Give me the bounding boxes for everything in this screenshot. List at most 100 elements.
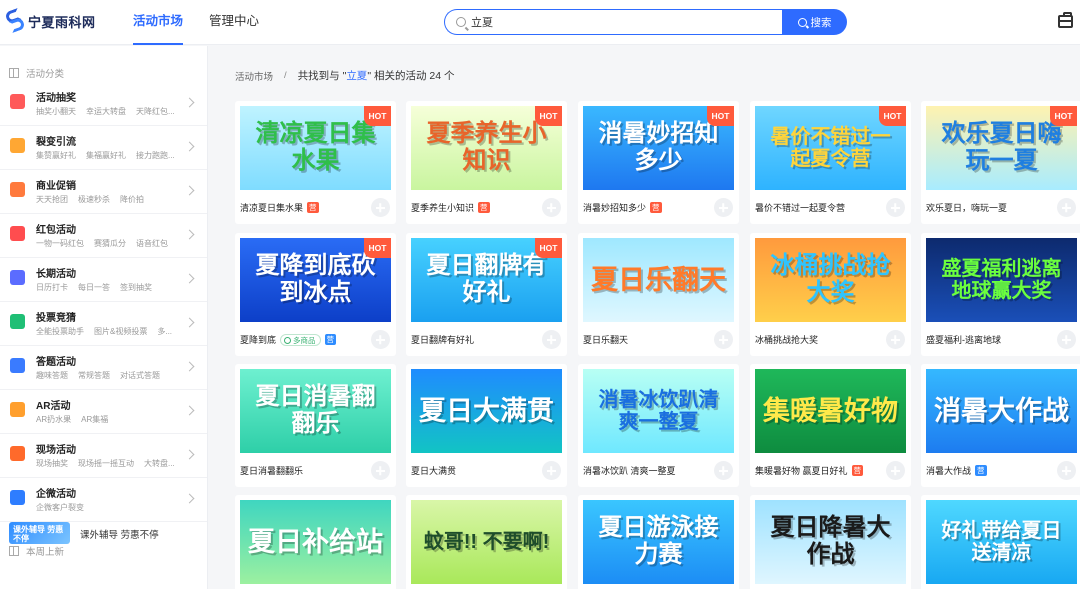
thumbnail-title: 夏季养生小知识 (426, 120, 547, 174)
activity-card[interactable]: 夏日游泳接力赛 (578, 495, 739, 589)
category-subitem[interactable]: 集赞赢好礼 (36, 151, 76, 160)
category-subitem[interactable]: 降价拍 (120, 195, 144, 204)
add-icon[interactable] (371, 198, 390, 217)
activity-card[interactable]: 夏日消暑翻翻乐 夏日消暑翻翻乐 (235, 364, 396, 487)
category-subitem[interactable]: 每日一答 (78, 283, 110, 292)
add-icon[interactable] (714, 330, 733, 349)
category-subitem[interactable]: 一物一码红包 (36, 239, 84, 248)
logo[interactable]: 宁夏雨科网 (4, 7, 96, 34)
add-icon[interactable] (542, 461, 561, 480)
activity-card[interactable]: 夏日降暑大作战 (750, 495, 911, 589)
category-subitem[interactable]: 趣味答题 (36, 371, 68, 380)
activity-title-text: 盛夏福利-逃离地球 (926, 335, 1001, 345)
add-icon[interactable] (542, 198, 561, 217)
activity-card[interactable]: 夏日补给站 (235, 495, 396, 589)
sidebar-category-item[interactable]: 现场活动 现场抽奖 现场摇一摇互动 大转盘... (0, 434, 207, 478)
breadcrumb-root[interactable]: 活动市场 (235, 69, 273, 83)
add-icon[interactable] (886, 198, 905, 217)
activity-card[interactable]: 好礼带给夏日送清凉 (921, 495, 1080, 589)
category-subitem[interactable]: 签到抽奖 (120, 283, 152, 292)
add-icon[interactable] (886, 330, 905, 349)
category-subitem[interactable]: 幸运大转盘 (86, 107, 126, 116)
category-subitem[interactable]: 大转盘... (144, 459, 175, 468)
search-button[interactable]: 搜索 (782, 9, 847, 35)
sidebar-category-item[interactable]: 商业促销 天天抢团 极速秒杀 降价拍 (0, 170, 207, 214)
category-subitem[interactable]: 接力跑跑... (136, 151, 175, 160)
sidebar-category-item[interactable]: 活动抽奖 抽奖小翻天 幸运大转盘 天降红包... (0, 82, 207, 126)
add-icon[interactable] (714, 461, 733, 480)
thumbnail-title: 清凉夏日集水果 (255, 120, 376, 174)
category-subitems: 现场抽奖 现场摇一摇互动 大转盘... (36, 458, 176, 469)
activity-card[interactable]: 夏降到底砍到冰点 HOT 夏降到底 多商品营 (235, 233, 396, 356)
add-icon[interactable] (542, 330, 561, 349)
add-icon[interactable] (1057, 198, 1076, 217)
activity-title: 欢乐夏日，嗨玩一夏 (926, 201, 1007, 214)
sidebar-category-item[interactable]: 企微活动企微客户裂变 (0, 478, 207, 522)
sidebar-category-item[interactable]: 红包活动一物一码红包 赛猜瓜分 语音红包 (0, 214, 207, 258)
category-subitem[interactable]: AR集福 (81, 415, 108, 424)
activity-card[interactable]: 清凉夏日集水果 HOT 清凉夏日集水果营 (235, 101, 396, 224)
activity-card[interactable]: 集暖暑好物 集暖暑好物 赢夏日好礼营 (750, 364, 911, 487)
activity-card[interactable]: 夏日翻牌有好礼 HOT 夏日翻牌有好礼 (406, 233, 567, 356)
category-subitem[interactable]: 天降红包... (136, 107, 175, 116)
category-subitem[interactable]: AR扔水果 (36, 415, 71, 424)
category-subitem[interactable]: 多... (157, 327, 172, 336)
category-subitem[interactable]: 赛猜瓜分 (94, 239, 126, 248)
sidebar-category-item[interactable]: 答题活动 趣味答题 常规答题 对话式答题 (0, 346, 207, 390)
activity-title: 夏日消暑翻翻乐 (240, 464, 303, 477)
add-icon[interactable] (1057, 330, 1076, 349)
hot-badge: HOT (879, 106, 906, 126)
category-subitem[interactable]: 图片&视频投票 (94, 327, 147, 336)
chevron-right-icon (184, 141, 195, 152)
marketing-badge: 营 (307, 202, 319, 213)
category-subitem[interactable]: 集福赢好礼 (86, 151, 126, 160)
add-icon[interactable] (371, 461, 390, 480)
category-subitem[interactable]: 常规答题 (78, 371, 110, 380)
category-title: 企微活动 (36, 489, 76, 500)
sidebar-category-item[interactable]: 长期活动 日历打卡 每日一答 签到抽奖 (0, 258, 207, 302)
search-input[interactable] (471, 10, 771, 34)
category-subitem[interactable]: 抽奖小翻天 (36, 107, 76, 116)
activity-card[interactable]: 盛夏福利逃离地球赢大奖 盛夏福利-逃离地球 (921, 233, 1080, 356)
activity-card[interactable]: 夏日乐翻天 夏日乐翻天 (578, 233, 739, 356)
sidebar: 活动分类 活动抽奖 抽奖小翻天 幸运大转盘 天降红包... 裂变引流 集赞赢好礼 集福赢好礼… (0, 46, 208, 589)
category-subitem[interactable]: 语音红包 (136, 239, 168, 248)
nav-management-center[interactable]: 管理中心 (209, 0, 259, 45)
activity-card[interactable]: 暑价不错过一起夏令营 HOT 暑价不错过一起夏令营 (750, 101, 911, 224)
search-icon (456, 17, 466, 27)
toolbox-icon[interactable] (1058, 12, 1073, 28)
sidebar-category-item[interactable]: AR活动 AR扔水果 AR集福 (0, 390, 207, 434)
category-title: 红包活动 (36, 225, 76, 236)
category-subitem[interactable]: 对话式答题 (120, 371, 160, 380)
category-subitem[interactable]: 全能投票助手 (36, 327, 84, 336)
activity-title: 夏日大满贯 (411, 464, 456, 477)
thumbnail-title: 欢乐夏日嗨玩一夏 (941, 120, 1062, 174)
category-subitem[interactable]: 天天抢团 (36, 195, 68, 204)
activity-card[interactable]: 冰桶挑战抢大奖 冰桶挑战抢大奖 (750, 233, 911, 356)
activity-title-text: 冰桶挑战抢大奖 (755, 335, 819, 345)
activity-card[interactable]: 欢乐夏日嗨玩一夏 HOT 欢乐夏日，嗨玩一夏 (921, 101, 1080, 224)
add-icon[interactable] (371, 330, 390, 349)
category-subitem[interactable]: 极速秒杀 (78, 195, 110, 204)
add-icon[interactable] (1057, 461, 1076, 480)
category-subitem[interactable]: 日历打卡 (36, 283, 68, 292)
category-subitem[interactable]: 现场抽奖 (36, 459, 68, 468)
activity-card[interactable]: 夏季养生小知识 HOT 夏季养生小知识营 (406, 101, 567, 224)
activity-card[interactable]: 夏日大满贯 夏日大满贯 (406, 364, 567, 487)
category-subitems: 全能投票助手 图片&视频投票 多... (36, 326, 176, 337)
sidebar-category-item[interactable]: 裂变引流 集赞赢好礼 集福赢好礼 接力跑跑... (0, 126, 207, 170)
add-icon[interactable] (886, 461, 905, 480)
new-activity-item[interactable]: 课外辅导 劳惠不停 课外辅导 劳惠不停 (9, 522, 199, 544)
activity-card[interactable]: 消暑冰饮趴清爽一整夏 消暑冰饮趴 清爽一整夏 (578, 364, 739, 487)
add-icon[interactable] (714, 198, 733, 217)
hot-badge: HOT (364, 106, 391, 126)
activity-thumbnail: 冰桶挑战抢大奖 (755, 238, 906, 322)
activity-card[interactable]: 消暑大作战 消暑大作战营 (921, 364, 1080, 487)
sidebar-category-item[interactable]: 投票竞猜 全能投票助手 图片&视频投票 多... (0, 302, 207, 346)
activity-card[interactable]: 消暑妙招知多少 HOT 消暑妙招知多少营 (578, 101, 739, 224)
nav-activity-market[interactable]: 活动市场 (133, 0, 184, 45)
category-subitem[interactable]: 现场摇一摇互动 (78, 459, 134, 468)
category-subitem[interactable]: 企微客户裂变 (36, 503, 84, 512)
chevron-right-icon (184, 493, 195, 504)
activity-card[interactable]: 蚊哥!! 不要啊! (406, 495, 567, 589)
